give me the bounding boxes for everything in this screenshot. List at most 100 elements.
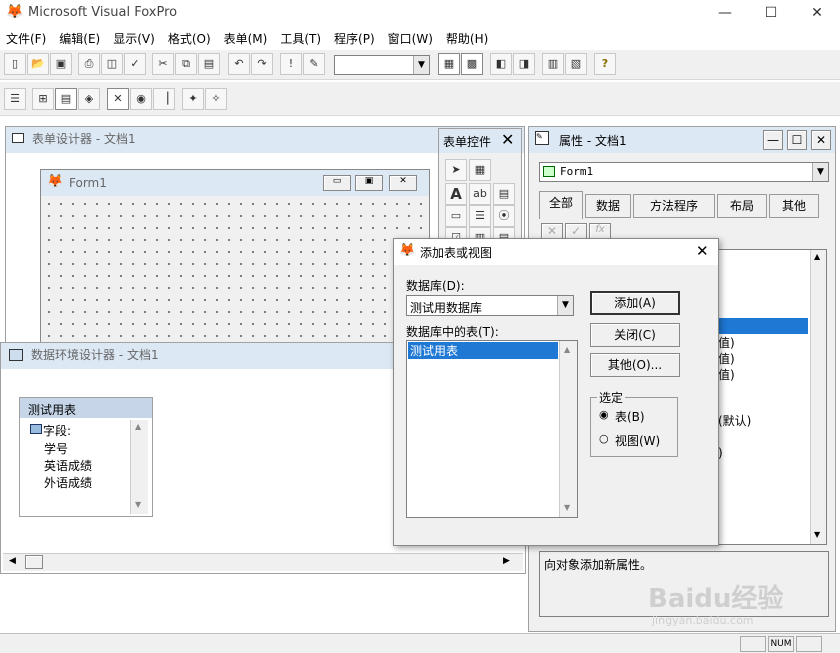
form1-titlebar[interactable]: 🦊 Form1 ▭ ▣ ✕ bbox=[41, 170, 429, 196]
dialog-close-icon[interactable]: ✕ bbox=[696, 242, 709, 260]
help-icon[interactable]: ? bbox=[594, 53, 616, 75]
database-dropdown[interactable]: 测试用数据库 ▼ bbox=[406, 295, 574, 316]
add-button[interactable]: 添加(A) bbox=[590, 291, 680, 315]
tab-order-icon[interactable]: ☰ bbox=[4, 88, 26, 110]
status-panel-1 bbox=[740, 636, 766, 652]
close-button[interactable]: ✕ bbox=[794, 0, 840, 26]
close-dialog-button[interactable]: 关闭(C) bbox=[590, 323, 680, 347]
command-window-icon[interactable]: ▦ bbox=[438, 53, 460, 75]
scroll-down-icon[interactable]: ▼ bbox=[814, 530, 820, 539]
autoformat-icon[interactable]: ✧ bbox=[205, 88, 227, 110]
tab-4[interactable]: 其他 bbox=[769, 194, 819, 218]
report-wizard-icon[interactable]: ◨ bbox=[513, 53, 535, 75]
undo-icon[interactable]: ↶ bbox=[228, 53, 250, 75]
label-tool-icon[interactable]: A bbox=[445, 183, 467, 205]
minimize-button[interactable]: — bbox=[702, 0, 748, 26]
scroll-up-icon[interactable]: ▲ bbox=[564, 345, 570, 354]
properties-minimize[interactable]: — bbox=[763, 130, 783, 150]
scroll-down-icon[interactable]: ▼ bbox=[564, 503, 570, 512]
form1-maximize[interactable]: ▣ bbox=[355, 175, 383, 191]
properties-window-icon[interactable]: ▤ bbox=[55, 88, 77, 110]
redo-icon[interactable]: ↷ bbox=[251, 53, 273, 75]
tab-1[interactable]: 数据 bbox=[585, 194, 631, 218]
paste-icon[interactable]: ▤ bbox=[198, 53, 220, 75]
command-button-tool-icon[interactable]: ▭ bbox=[445, 205, 467, 227]
menu-item[interactable]: 程序(P) bbox=[334, 26, 382, 48]
layout-toolbar-icon[interactable]: ▕ bbox=[153, 88, 175, 110]
tables-list-scrollbar[interactable]: ▲ ▼ bbox=[559, 341, 577, 517]
new-icon[interactable]: ▯ bbox=[4, 53, 26, 75]
add-table-dialog[interactable]: 🦊 添加表或视图 ✕ 数据库(D): 测试用数据库 ▼ 数据库中的表(T): 测… bbox=[393, 238, 719, 546]
spellcheck-icon[interactable]: ✓ bbox=[124, 53, 146, 75]
cut-icon[interactable]: ✂ bbox=[152, 53, 174, 75]
table-cursor-box[interactable]: 测试用表 字段: 学号 英语成绩 外语成绩 ▲ ▼ bbox=[19, 397, 153, 517]
radio-view[interactable]: ○ bbox=[599, 432, 609, 445]
run-icon[interactable]: ! bbox=[280, 53, 302, 75]
menu-item[interactable]: 编辑(E) bbox=[59, 26, 107, 48]
scroll-right-icon[interactable]: ▶ bbox=[503, 556, 510, 566]
autoform-icon[interactable]: ▥ bbox=[542, 53, 564, 75]
menu-item[interactable]: 帮助(H) bbox=[446, 26, 495, 48]
scroll-down-icon[interactable]: ▼ bbox=[135, 500, 141, 509]
form1-close[interactable]: ✕ bbox=[389, 175, 417, 191]
print-icon[interactable]: ⎙ bbox=[78, 53, 100, 75]
menu-item[interactable]: 格式(O) bbox=[168, 26, 218, 48]
view-classes-icon[interactable]: ▦ bbox=[469, 159, 491, 181]
menu-item[interactable]: 表单(M) bbox=[224, 26, 275, 48]
code-window-icon[interactable]: ◈ bbox=[78, 88, 100, 110]
tables-list[interactable]: 测试用表 ▲ ▼ bbox=[406, 340, 578, 518]
chevron-down-icon: ▼ bbox=[557, 296, 573, 315]
other-button[interactable]: 其他(O)... bbox=[590, 353, 680, 377]
scroll-left-icon[interactable]: ◀ bbox=[9, 556, 16, 566]
property-value-1: 值) bbox=[718, 336, 735, 350]
select-objects-icon[interactable]: ➤ bbox=[445, 159, 467, 181]
database-combo[interactable]: ▼ bbox=[334, 55, 430, 75]
form-builder-icon[interactable]: ✦ bbox=[182, 88, 204, 110]
close-icon[interactable]: ✕ bbox=[501, 130, 514, 149]
maximize-button[interactable]: ☐ bbox=[748, 0, 794, 26]
field-item[interactable]: 学号 bbox=[44, 440, 68, 457]
menu-item[interactable]: 窗口(W) bbox=[388, 26, 440, 48]
scroll-thumb[interactable] bbox=[25, 555, 43, 569]
open-icon[interactable]: 📂 bbox=[27, 53, 49, 75]
command-group-tool-icon[interactable]: ☰ bbox=[469, 205, 491, 227]
data-environment-icon[interactable]: ⊞ bbox=[32, 88, 54, 110]
table-scrollbar[interactable]: ▲ ▼ bbox=[130, 420, 148, 514]
save-icon[interactable]: ▣ bbox=[50, 53, 72, 75]
form-canvas[interactable]: 🦊 Form1 ▭ ▣ ✕ bbox=[40, 169, 430, 345]
tab-3[interactable]: 布局 bbox=[717, 194, 767, 218]
field-item[interactable]: 外语成绩 bbox=[44, 474, 92, 491]
object-combo[interactable]: Form1 ▼ bbox=[539, 162, 829, 182]
field-item[interactable]: 英语成绩 bbox=[44, 457, 92, 474]
menu-item[interactable]: 工具(T) bbox=[280, 26, 328, 48]
menu-item[interactable]: 显示(V) bbox=[113, 26, 162, 48]
num-lock-indicator: NUM bbox=[768, 636, 794, 652]
preview-icon[interactable]: ◫ bbox=[101, 53, 123, 75]
property-value-4: (默认) bbox=[718, 414, 752, 428]
editbox-tool-icon[interactable]: ▤ bbox=[493, 183, 515, 205]
selected-property-row[interactable] bbox=[716, 318, 808, 334]
form-grid[interactable] bbox=[43, 198, 427, 344]
data-session-icon[interactable]: ▩ bbox=[461, 53, 483, 75]
modify-icon[interactable]: ✎ bbox=[303, 53, 325, 75]
textbox-tool-icon[interactable]: ab bbox=[469, 183, 491, 205]
radio-table[interactable]: ◉ bbox=[599, 408, 609, 421]
copy-icon[interactable]: ⧉ bbox=[175, 53, 197, 75]
menu-item[interactable]: 文件(F) bbox=[6, 26, 53, 48]
scroll-up-icon[interactable]: ▲ bbox=[814, 252, 820, 261]
horizontal-scrollbar[interactable]: ◀ ▶ bbox=[3, 553, 523, 571]
form-controls-toolbar-icon[interactable]: ✕ bbox=[107, 88, 129, 110]
list-item[interactable]: 测试用表 bbox=[408, 342, 558, 359]
tab-2[interactable]: 方法程序 bbox=[633, 194, 715, 218]
scroll-up-icon[interactable]: ▲ bbox=[135, 422, 141, 431]
tab-0[interactable]: 全部 bbox=[539, 191, 583, 219]
form-wizard-icon[interactable]: ◧ bbox=[490, 53, 512, 75]
properties-close[interactable]: ✕ bbox=[811, 130, 831, 150]
properties-maximize[interactable]: ☐ bbox=[787, 130, 807, 150]
properties-scrollbar[interactable]: ▲ ▼ bbox=[810, 250, 826, 544]
form1-minimize[interactable]: ▭ bbox=[323, 175, 351, 191]
color-palette-icon[interactable]: ◉ bbox=[130, 88, 152, 110]
app-title: Microsoft Visual FoxPro bbox=[28, 5, 178, 20]
autoreport-icon[interactable]: ▧ bbox=[565, 53, 587, 75]
option-group-tool-icon[interactable]: ⦿ bbox=[493, 205, 515, 227]
